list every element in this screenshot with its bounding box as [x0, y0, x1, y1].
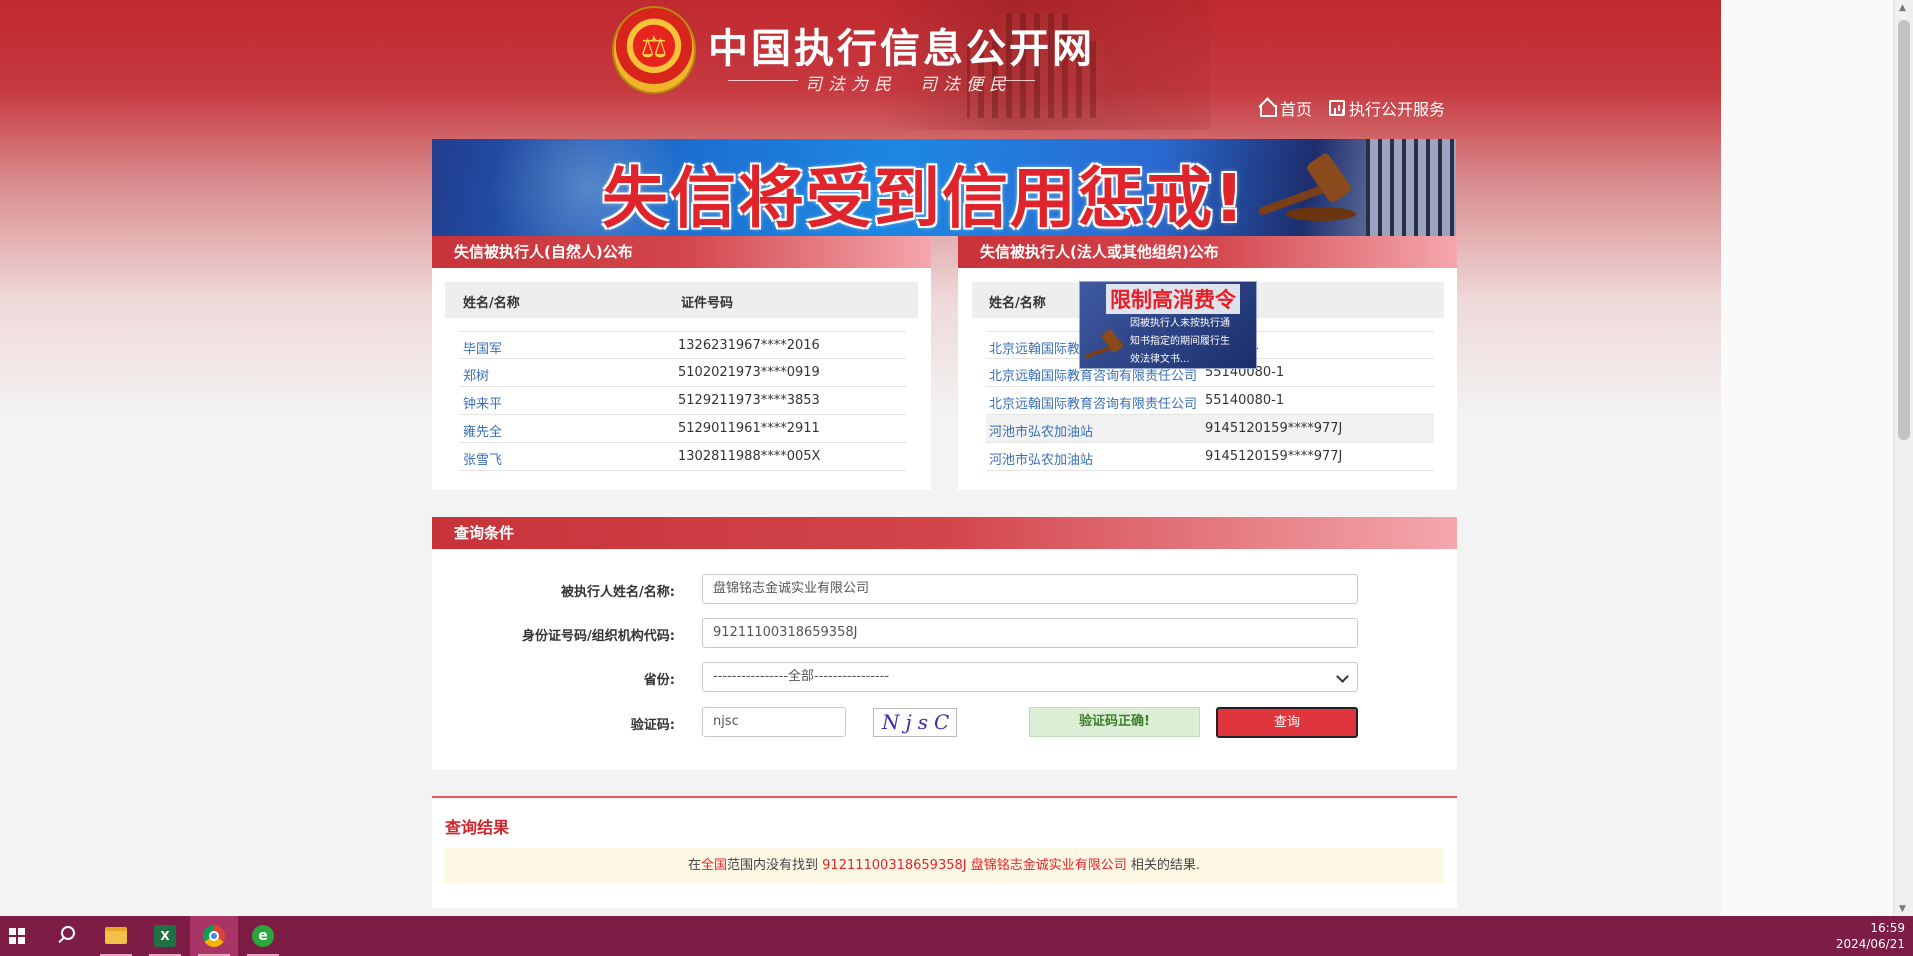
taskbar-clock[interactable]: 16:59 2024/06/21 — [1836, 920, 1905, 952]
result-middle: 范围内没有找到 — [727, 858, 819, 873]
chrome-icon — [203, 925, 225, 947]
col-header-name: 姓名/名称 — [463, 296, 520, 311]
row-name-link[interactable]: 河池市弘农加油站 — [989, 449, 1093, 468]
clock-time: 16:59 — [1870, 921, 1905, 935]
search-icon — [56, 926, 75, 944]
query-button[interactable]: 查询 — [1216, 707, 1358, 738]
popup-text-line: 效法律文书... — [1130, 354, 1190, 365]
table-row[interactable]: 毕国军 1326231967****2016 — [460, 331, 906, 359]
result-panel: 查询结果 在全国范围内没有找到 91211100318659358J 盘锦铭志金… — [432, 796, 1457, 908]
table-row[interactable]: 钟来平 5129211973****3853 — [460, 387, 906, 415]
banner-text: 失信将受到信用惩戒! — [602, 160, 1247, 236]
result-keyword: 91211100318659358J 盘锦铭志金诚实业有限公司 — [822, 858, 1127, 873]
result-title: 查询结果 — [445, 818, 510, 837]
captcha-input[interactable]: njsc — [702, 707, 846, 737]
row-name-link[interactable]: 北京远翰国际教育咨询有限责任公司 — [989, 393, 1197, 412]
gavel-icon — [1256, 151, 1376, 225]
row-id-value: 1326231967****2016 — [678, 338, 820, 353]
result-message: 在全国范围内没有找到 91211100318659358J 盘锦铭志金诚实业有限… — [444, 848, 1444, 884]
row-id-value: 5129211973****3853 — [678, 393, 820, 408]
credit-warning-banner: 失信将受到信用惩戒! — [432, 139, 1456, 236]
row-name-link[interactable]: 雍先全 — [463, 421, 502, 440]
popup-text-line: 知书指定的期间履行生 — [1130, 336, 1230, 347]
site-title: 中国执行信息公开网 — [708, 26, 1095, 72]
nav-home-label: 首页 — [1280, 100, 1313, 119]
nav-execution-service-link[interactable]: 执行公开服务 — [1329, 96, 1445, 120]
id-input[interactable]: 91211100318659358J — [702, 618, 1358, 648]
slogan-divider-left — [728, 80, 798, 81]
scroll-thumb[interactable] — [1898, 20, 1910, 440]
row-name-link[interactable]: 北京远翰国际教 — [989, 338, 1080, 357]
row-name-link[interactable]: 钟来平 — [463, 393, 502, 412]
court-emblem-logo: ⚖ — [612, 6, 696, 94]
excel-icon: X — [154, 925, 176, 947]
natural-person-panel-title: 失信被执行人(自然人)公布 — [432, 236, 931, 268]
name-field-label: 被执行人姓名/名称: — [561, 585, 675, 600]
chart-icon — [1329, 100, 1345, 116]
table-row[interactable]: 张雪飞 1302811988****005X — [460, 443, 906, 471]
table-row[interactable]: 雍先全 5129011961****2911 — [460, 415, 906, 443]
windows-logo-icon — [9, 928, 25, 944]
province-selected-value: ----------------全部---------------- — [713, 669, 890, 684]
browser-icon: e — [252, 925, 274, 947]
clock-date: 2024/06/21 — [1835, 937, 1905, 951]
row-id-value: 9145120159****977J — [1205, 421, 1343, 436]
row-id-value: 9145120159****977J — [1205, 449, 1343, 464]
id-field-label: 身份证号码/组织机构代码: — [522, 629, 675, 644]
col-header-id: 证件号码 — [681, 296, 734, 311]
province-select[interactable]: ----------------全部---------------- — [702, 662, 1358, 692]
home-icon — [1258, 99, 1277, 117]
high-consumption-ban-popup[interactable]: 限制高消费令 因被执行人未按执行通 知书指定的期间履行生 效法律文书... — [1079, 281, 1257, 369]
nav-execution-service-label: 执行公开服务 — [1349, 100, 1446, 119]
popup-text-line: 因被执行人未按执行通 — [1130, 318, 1230, 329]
table-row[interactable]: 河池市弘农加油站 9145120159****977J — [986, 415, 1434, 443]
table-row[interactable]: 北京远翰国际教育咨询有限责任公司 55140080-1 — [986, 387, 1434, 415]
natural-person-table-header: 姓名/名称 证件号码 — [445, 282, 918, 318]
captcha-field-label: 验证码: — [630, 718, 675, 733]
popup-title: 限制高消费令 — [1106, 284, 1240, 314]
province-field-label: 省份: — [643, 673, 675, 688]
row-name-link[interactable]: 郑树 — [463, 365, 489, 384]
slogan-divider-right — [1005, 80, 1035, 81]
banner-decoration — [1366, 139, 1456, 236]
query-panel-title: 查询条件 — [432, 517, 1457, 549]
row-id-value: 55140080-1 — [1205, 393, 1285, 408]
table-row[interactable]: 河池市弘农加油站 9145120159****977J — [986, 443, 1434, 471]
col-header-name: 姓名/名称 — [989, 296, 1046, 311]
nav-home-link[interactable]: 首页 — [1258, 96, 1312, 120]
windows-taskbar: X e 16:59 2024/06/21 — [0, 916, 1913, 956]
row-id-value: 5102021973****0919 — [678, 365, 820, 380]
scroll-up-arrow[interactable]: ▲ — [1899, 3, 1906, 13]
captcha-image[interactable]: NjsC — [873, 708, 957, 737]
scroll-down-arrow[interactable]: ▼ — [1899, 904, 1906, 914]
legal-entity-panel-title: 失信被执行人(法人或其他组织)公布 — [958, 236, 1457, 268]
table-row[interactable]: 郑树 5102021973****0919 — [460, 359, 906, 387]
start-button[interactable] — [0, 916, 48, 956]
name-input[interactable]: 盘锦铭志金诚实业有限公司 — [702, 574, 1358, 604]
captcha-status-badge: 验证码正确! — [1029, 707, 1200, 737]
row-name-link[interactable]: 河池市弘农加油站 — [989, 421, 1093, 440]
vertical-scrollbar[interactable]: ▲ ▼ — [1893, 0, 1913, 916]
page-right-margin — [1721, 0, 1893, 916]
gavel-icon — [1084, 328, 1132, 364]
result-scope: 全国 — [700, 858, 727, 873]
folder-icon — [105, 927, 127, 944]
result-prefix: 在 — [687, 858, 701, 873]
result-suffix: 相关的结果. — [1130, 858, 1201, 873]
row-name-link[interactable]: 毕国军 — [463, 338, 502, 357]
row-name-link[interactable]: 张雪飞 — [463, 449, 502, 468]
row-id-value: 5129011961****2911 — [678, 421, 820, 436]
site-slogan: 司法为民 司法便民 — [805, 75, 1012, 95]
row-id-value: 1302811988****005X — [678, 449, 821, 464]
